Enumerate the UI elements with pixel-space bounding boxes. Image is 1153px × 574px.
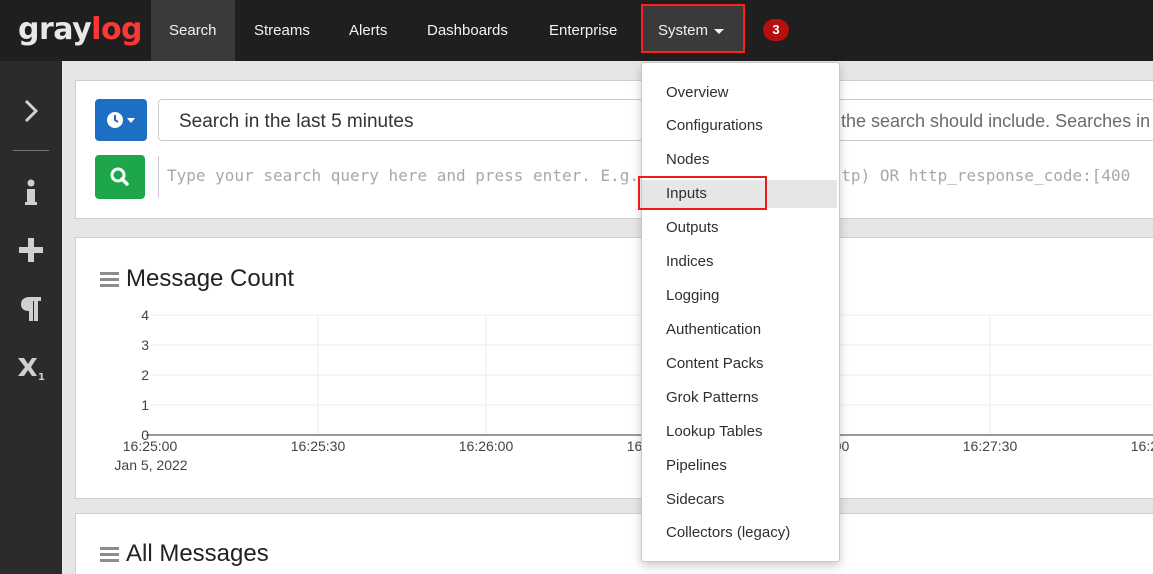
nav-search[interactable]: Search [151, 0, 235, 61]
x-tick-label: 16:25:30 [291, 438, 346, 454]
time-range-selector-button[interactable] [95, 99, 147, 141]
menu-item-overview[interactable]: Overview [642, 79, 837, 107]
menu-item-nodes[interactable]: Nodes [642, 146, 837, 174]
y-tick-label: 2 [141, 367, 149, 383]
svg-text:1: 1 [38, 372, 45, 381]
menu-item-configurations[interactable]: Configurations [642, 112, 837, 140]
left-sidebar: 1 [0, 61, 62, 574]
all-messages-heading: All Messages [100, 540, 269, 568]
menu-item-lookup-tables[interactable]: Lookup Tables [642, 418, 837, 446]
logo-text-log: log [91, 12, 143, 47]
nav-enterprise[interactable]: Enterprise [531, 0, 635, 61]
message-count-heading: Message Count [100, 265, 294, 293]
x-tick-label: 16:28:00 [1131, 438, 1153, 454]
x-axis-date-label: Jan 5, 2022 [114, 457, 187, 473]
menu-item-logging[interactable]: Logging [642, 282, 837, 310]
menu-item-pipelines[interactable]: Pipelines [642, 452, 837, 480]
menu-item-content-packs[interactable]: Content Packs [642, 350, 837, 378]
top-navbar: graylog Search Streams Alerts Dashboards… [0, 0, 1153, 61]
notification-badge[interactable]: 3 [763, 19, 789, 41]
menu-item-collectors-legacy[interactable]: Collectors (legacy) [642, 519, 837, 547]
menu-item-sidecars[interactable]: Sidecars [642, 486, 837, 514]
nav-streams[interactable]: Streams [236, 0, 328, 61]
x-tick-label: 16:25:00 [123, 438, 178, 454]
subscript-icon[interactable]: 1 [0, 355, 62, 386]
x-tick-label: 16:27:30 [963, 438, 1018, 454]
inputs-highlight-box [638, 176, 767, 210]
plus-icon[interactable] [0, 237, 62, 268]
drag-handle-icon[interactable] [100, 269, 119, 290]
nav-alerts[interactable]: Alerts [331, 0, 405, 61]
system-dropdown-menu: Overview Configurations Nodes Inputs Out… [641, 62, 840, 562]
menu-item-grok-patterns[interactable]: Grok Patterns [642, 384, 837, 412]
time-range-text: Search in the last 5 minutes [179, 111, 414, 132]
nav-system-dropdown[interactable]: System [641, 4, 745, 53]
message-count-chart: 0123416:25:0016:25:3016:26:0016:26:3016:… [114, 307, 1153, 473]
menu-item-outputs[interactable]: Outputs [642, 214, 837, 242]
drag-handle-icon[interactable] [100, 544, 119, 565]
time-range-hint: the search should include. Searches in [841, 111, 1151, 131]
search-button[interactable] [95, 155, 145, 199]
graylog-logo[interactable]: graylog [18, 12, 143, 47]
logo-text-gray: gray [18, 12, 92, 47]
chevron-right-icon[interactable] [0, 99, 62, 128]
nav-system-label: System [658, 22, 709, 39]
menu-item-indices[interactable]: Indices [642, 248, 837, 276]
y-tick-label: 1 [141, 397, 149, 413]
sidebar-divider [13, 150, 49, 151]
y-tick-label: 3 [141, 337, 149, 353]
y-tick-label: 4 [141, 307, 149, 323]
pilcrow-icon[interactable] [0, 295, 62, 328]
info-icon[interactable] [0, 179, 62, 212]
all-messages-title: All Messages [126, 540, 269, 567]
message-count-title: Message Count [126, 265, 295, 292]
caret-down-icon [714, 28, 725, 34]
x-tick-label: 16:26:00 [459, 438, 514, 454]
menu-item-authentication[interactable]: Authentication [642, 316, 837, 344]
nav-dashboards[interactable]: Dashboards [409, 0, 526, 61]
